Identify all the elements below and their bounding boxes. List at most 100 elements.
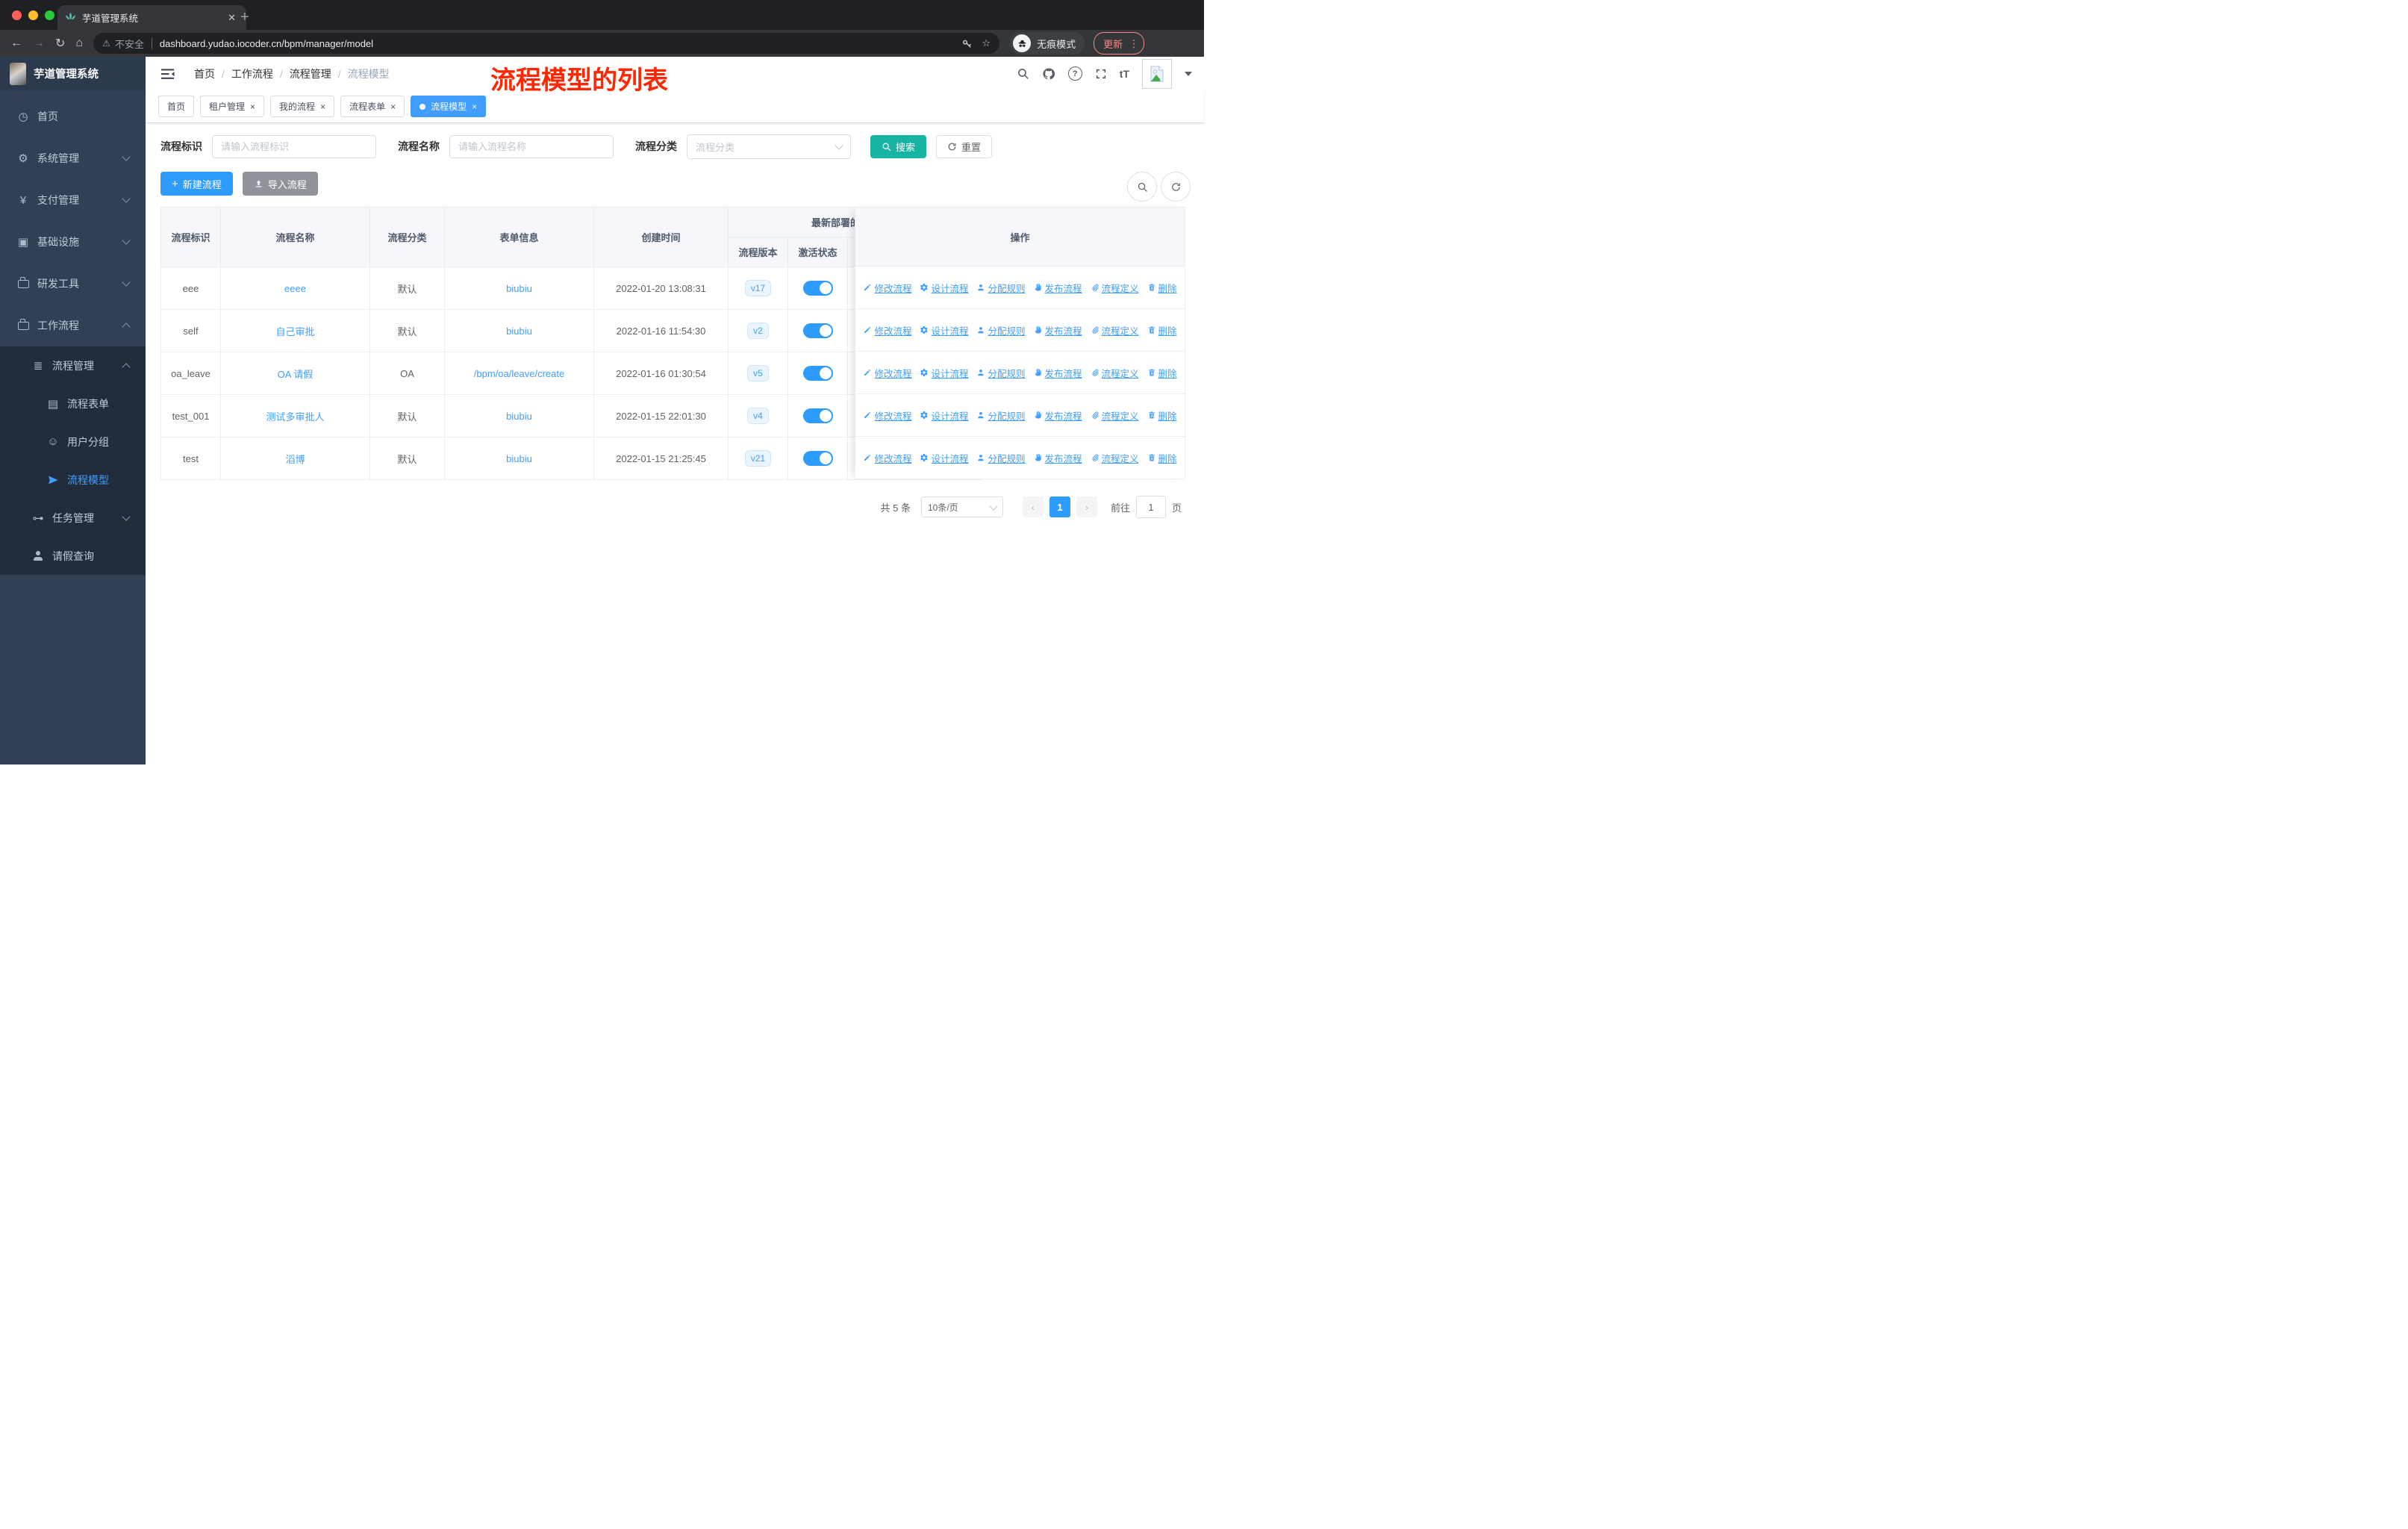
zoom-window-button[interactable] bbox=[45, 10, 54, 20]
version-badge[interactable]: v21 bbox=[744, 450, 772, 467]
action-link-修改流程[interactable]: 修改流程 bbox=[863, 323, 911, 337]
active-toggle[interactable] bbox=[802, 451, 833, 466]
security-label[interactable]: 不安全 bbox=[115, 37, 144, 51]
key-icon[interactable] bbox=[961, 38, 973, 49]
action-link-设计流程[interactable]: 设计流程 bbox=[920, 281, 968, 295]
font-size-icon[interactable]: tT bbox=[1120, 68, 1129, 80]
action-link-删除[interactable]: 删除 bbox=[1147, 281, 1177, 295]
tag-chip-流程模型[interactable]: 流程模型 × bbox=[411, 96, 487, 117]
search-button[interactable]: 搜索 bbox=[870, 134, 927, 158]
sidebar-item-工作流程[interactable]: 工作流程 bbox=[0, 305, 146, 346]
form-info-cell[interactable]: biubiu bbox=[444, 394, 594, 437]
current-page-button[interactable]: 1 bbox=[1049, 496, 1070, 517]
caret-down-icon[interactable] bbox=[1185, 71, 1192, 76]
browser-update-button[interactable]: 更新 ⋮ bbox=[1094, 32, 1145, 55]
form-info-cell[interactable]: biubiu bbox=[444, 267, 594, 310]
home-icon[interactable]: ⌂ bbox=[75, 37, 83, 50]
breadcrumb-item[interactable]: 流程管理 bbox=[290, 66, 331, 81]
search-icon[interactable] bbox=[1017, 67, 1029, 80]
refresh-table-button[interactable] bbox=[1161, 172, 1191, 202]
form-info-cell[interactable]: biubiu bbox=[444, 309, 594, 352]
version-badge[interactable]: v5 bbox=[747, 365, 769, 382]
reset-button[interactable]: 重置 bbox=[936, 134, 993, 158]
action-link-设计流程[interactable]: 设计流程 bbox=[920, 366, 968, 380]
sidebar-item-基础设施[interactable]: ▣ 基础设施 bbox=[0, 221, 146, 263]
action-link-流程定义[interactable]: 流程定义 bbox=[1091, 281, 1139, 295]
version-badge[interactable]: v4 bbox=[747, 408, 769, 424]
action-link-删除[interactable]: 删除 bbox=[1147, 451, 1177, 465]
process-name-link[interactable]: OA 请假 bbox=[278, 369, 314, 380]
process-key-input[interactable] bbox=[212, 134, 376, 158]
tab-close-icon[interactable]: ✕ bbox=[225, 12, 239, 24]
active-toggle[interactable] bbox=[802, 281, 833, 296]
collapse-sidebar-icon[interactable] bbox=[161, 68, 175, 80]
form-info-cell[interactable]: biubiu bbox=[444, 437, 594, 480]
action-link-分配规则[interactable]: 分配规则 bbox=[976, 323, 1026, 337]
forward-icon[interactable]: → bbox=[33, 37, 45, 50]
process-name-link[interactable]: 自己审批 bbox=[275, 326, 314, 337]
page-size-select[interactable]: 10条/页 bbox=[920, 496, 1003, 517]
breadcrumb-item[interactable]: 首页 bbox=[194, 66, 215, 81]
action-link-修改流程[interactable]: 修改流程 bbox=[863, 408, 911, 423]
active-toggle[interactable] bbox=[802, 366, 833, 381]
action-link-删除[interactable]: 删除 bbox=[1147, 408, 1177, 423]
app-logo[interactable]: 芋道管理系统 bbox=[0, 57, 146, 90]
form-link[interactable]: biubiu bbox=[506, 283, 532, 294]
action-link-流程定义[interactable]: 流程定义 bbox=[1091, 323, 1139, 337]
back-icon[interactable]: ← bbox=[10, 37, 22, 50]
action-link-修改流程[interactable]: 修改流程 bbox=[863, 451, 911, 465]
close-window-button[interactable] bbox=[12, 10, 22, 20]
sidebar-item-系统管理[interactable]: ⚙ 系统管理 bbox=[0, 137, 146, 179]
close-icon[interactable]: × bbox=[250, 102, 255, 112]
process-name-link[interactable]: 滔博 bbox=[285, 454, 305, 465]
action-link-分配规则[interactable]: 分配规则 bbox=[976, 451, 1026, 465]
tag-chip-租户管理[interactable]: 租户管理 × bbox=[200, 96, 265, 117]
action-link-设计流程[interactable]: 设计流程 bbox=[920, 323, 968, 337]
reload-icon[interactable]: ↻ bbox=[55, 36, 65, 51]
new-tab-button[interactable]: + bbox=[240, 7, 249, 28]
process-name-cell[interactable]: 滔博 bbox=[220, 437, 370, 480]
sidebar-item-流程表单[interactable]: ▤ 流程表单 bbox=[0, 384, 146, 423]
help-icon[interactable]: ? bbox=[1067, 66, 1082, 81]
sidebar-item-流程模型[interactable]: 流程模型 bbox=[0, 461, 146, 499]
category-select[interactable]: 流程分类 bbox=[687, 134, 851, 159]
breadcrumb-item[interactable]: 工作流程 bbox=[231, 66, 273, 81]
avatar[interactable] bbox=[1142, 58, 1172, 89]
create-process-button[interactable]: + 新建流程 bbox=[160, 172, 233, 196]
fullscreen-icon[interactable] bbox=[1095, 68, 1107, 80]
toggle-search-button[interactable] bbox=[1127, 172, 1157, 202]
next-page-button[interactable]: › bbox=[1076, 496, 1097, 517]
close-icon[interactable]: × bbox=[320, 102, 325, 112]
action-link-发布流程[interactable]: 发布流程 bbox=[1034, 323, 1082, 337]
github-icon[interactable] bbox=[1042, 67, 1055, 81]
process-name-link[interactable]: eeee bbox=[284, 283, 306, 294]
minimize-window-button[interactable] bbox=[28, 10, 38, 20]
tag-chip-我的流程[interactable]: 我的流程 × bbox=[270, 96, 335, 117]
prev-page-button[interactable]: ‹ bbox=[1022, 496, 1044, 517]
address-bar[interactable]: ⚠ 不安全 dashboard.yudao.iocoder.cn/bpm/man… bbox=[93, 33, 1000, 54]
sidebar-item-用户分组[interactable]: ☺ 用户分组 bbox=[0, 423, 146, 461]
sidebar-item-首页[interactable]: ◷ 首页 bbox=[0, 96, 146, 137]
action-link-流程定义[interactable]: 流程定义 bbox=[1091, 451, 1139, 465]
action-link-分配规则[interactable]: 分配规则 bbox=[976, 408, 1026, 423]
close-icon[interactable]: × bbox=[390, 102, 396, 112]
action-link-修改流程[interactable]: 修改流程 bbox=[863, 366, 911, 380]
active-toggle[interactable] bbox=[802, 408, 833, 423]
action-link-分配规则[interactable]: 分配规则 bbox=[976, 366, 1026, 380]
url-text[interactable]: dashboard.yudao.iocoder.cn/bpm/manager/m… bbox=[160, 38, 953, 49]
process-name-link[interactable]: 测试多审批人 bbox=[266, 411, 324, 423]
action-link-分配规则[interactable]: 分配规则 bbox=[976, 281, 1026, 295]
sidebar-item-研发工具[interactable]: 研发工具 bbox=[0, 263, 146, 305]
action-link-删除[interactable]: 删除 bbox=[1147, 323, 1177, 337]
form-link[interactable]: biubiu bbox=[506, 453, 532, 464]
version-badge[interactable]: v2 bbox=[747, 323, 769, 339]
action-link-流程定义[interactable]: 流程定义 bbox=[1091, 366, 1139, 380]
action-link-发布流程[interactable]: 发布流程 bbox=[1034, 281, 1082, 295]
browser-menu-icon[interactable]: ⋮ bbox=[1129, 37, 1139, 50]
tag-chip-首页[interactable]: 首页 bbox=[158, 96, 195, 117]
process-name-input[interactable] bbox=[449, 134, 614, 158]
process-name-cell[interactable]: eeee bbox=[220, 267, 370, 310]
sidebar-item-流程管理[interactable]: ≣ 流程管理 bbox=[0, 346, 146, 384]
form-info-cell[interactable]: /bpm/oa/leave/create bbox=[444, 352, 594, 395]
action-link-删除[interactable]: 删除 bbox=[1147, 366, 1177, 380]
